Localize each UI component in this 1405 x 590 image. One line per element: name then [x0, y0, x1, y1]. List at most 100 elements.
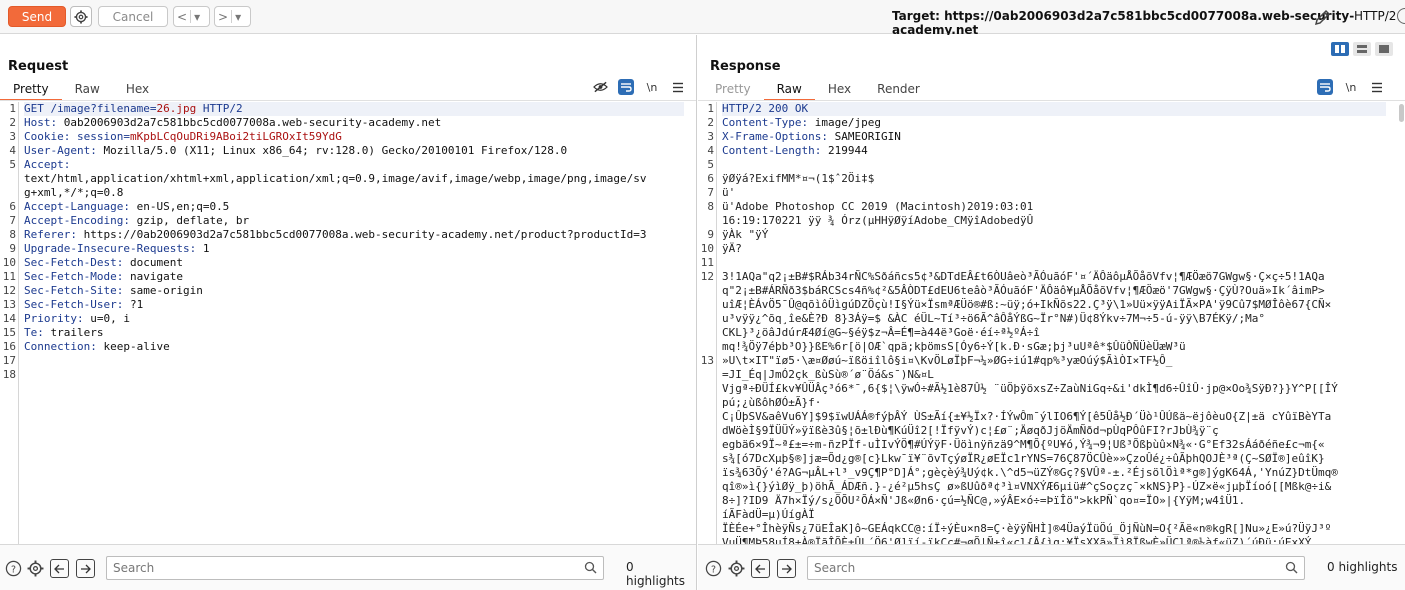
line-number: 13	[2, 298, 16, 311]
line-value: keep-alive	[103, 340, 170, 353]
editor-line: g+xml,*/*;q=0.8	[24, 186, 684, 200]
line-value: íÃFàdÜ=µ)ÚígÀÏ	[722, 508, 815, 521]
svg-text:?: ?	[10, 564, 15, 575]
line-key: GET /image?filename=	[24, 102, 157, 115]
tab-response-pretty[interactable]: Pretty	[702, 81, 764, 101]
line-value: mq!¾Öÿ7éþb³O}}ßE%6r[ö|OÆ`qpä;kþömsS[Óy6÷…	[722, 340, 1186, 353]
editor-line: ïs¾63Õý'é?AG¬µÂL+l³_v9Ç¶P°D]Á°;gèçèý¾Uý¢…	[722, 466, 1386, 480]
next-match-icon[interactable]	[76, 559, 95, 578]
hide-eye-icon[interactable]	[592, 79, 608, 95]
editor-line: Accept:	[24, 158, 684, 172]
line-number: 1	[707, 102, 714, 115]
line-value: ?1	[129, 298, 144, 311]
cancel-button[interactable]: Cancel	[98, 6, 168, 27]
settings-button[interactable]	[70, 6, 92, 27]
editor-line: GET /image?filename=26.jpg HTTP/2	[24, 102, 684, 116]
editor-line: u³vÿÿ¿^õq¸îe&È?Ð 8}3Áÿ=$ &ÀC éÜL~Tí³÷ö6Ã…	[722, 312, 1386, 326]
line-gutter: 1 2 3 4 5 6 7 8 9 10 11 12 13	[698, 102, 717, 544]
line-number: 4	[707, 144, 714, 157]
gear-icon[interactable]	[26, 559, 44, 577]
message-actions-icon[interactable]	[618, 79, 634, 95]
editor-line: ü'Adobe Photoshop CC 2019 (Macintosh)201…	[722, 200, 1386, 214]
response-editor[interactable]: 1 2 3 4 5 6 7 8 9 10 11 12 13 HTTP/2 200 OK Content-T…	[698, 102, 1388, 544]
line-value: VuÜ¶MÞ58uÍ8+À®ÏãÎÕÈ±ÛL´Ö6'Ø]ïí-ïkCc#¬øÕ|…	[722, 536, 1312, 544]
tab-response-raw[interactable]: Raw	[763, 81, 816, 101]
menu-icon[interactable]	[670, 79, 686, 95]
help-icon[interactable]: ?	[704, 559, 722, 577]
tab-divider	[0, 100, 696, 101]
line-value: =JI_Éq|JmÓ2çk_ßùSù®´ø¨Öá&s¯)N&¤L	[722, 368, 934, 381]
line-number: 2	[9, 116, 16, 129]
line-value: 1	[202, 242, 210, 255]
line-key: Sec-Fetch-User:	[24, 298, 130, 311]
line-value: navigate	[129, 270, 183, 283]
line-key: Sec-Fetch-Mode:	[24, 270, 130, 283]
line-number: 9	[707, 228, 714, 241]
tab-request-raw[interactable]: Raw	[62, 81, 113, 101]
editor-line: ÿØÿá?ExifMM*¤¬(1$ˆ2Öi‡$	[722, 172, 1386, 186]
editor-line: Cookie: session=mKpbLCqOuDRi9ABoi2tiLGRO…	[24, 130, 684, 144]
forward-button[interactable]: >	[215, 10, 231, 24]
editor-line: Content-Type: image/jpeg	[722, 116, 1386, 130]
previous-match-icon[interactable]	[50, 559, 69, 578]
response-lines: HTTP/2 200 OK Content-Type: image/jpeg X-F…	[722, 102, 1386, 544]
menu-icon[interactable]	[1369, 79, 1385, 95]
response-scrollbar[interactable]	[1397, 102, 1405, 152]
editor-line: Sec-Fetch-Mode: navigate	[24, 270, 684, 284]
send-button[interactable]: Send	[8, 6, 66, 27]
request-editor-tools: \n	[592, 79, 686, 95]
response-search-input[interactable]: Search	[807, 556, 1305, 580]
highlights-count: 0 highlights	[1327, 560, 1398, 574]
line-value: en-US,en;q=0.5	[136, 200, 230, 213]
line-number: 16	[2, 340, 16, 353]
layout-top-bottom-icon[interactable]	[1353, 42, 1371, 56]
help-icon[interactable]: ?	[4, 559, 22, 577]
editor-line: CKL}³¿öâJdúrÆ4Øí@G~§éÿ$z¬Â=É¶=à44ë³Goë·é…	[722, 326, 1386, 340]
line-key: Referer:	[24, 228, 84, 241]
tab-request-pretty[interactable]: Pretty	[0, 81, 62, 101]
line-key: Host:	[24, 116, 64, 129]
line-value: 219944	[827, 144, 868, 157]
line-number: 7	[9, 214, 16, 227]
previous-match-icon[interactable]	[751, 559, 770, 578]
line-value: ÿÄ?	[722, 242, 742, 255]
scrollbar-thumb[interactable]	[1398, 104, 1404, 122]
editor-line: C¡ÛþSV&aêVu6Y]$9$ïwUÁÁ®fýþÂÝ ÙS±Ãí{±¥½Ïx…	[722, 410, 1386, 424]
line-value: C¡ÛþSV&aêVu6Y]$9$ïwUÁÁ®fýþÂÝ ÙS±Ãí{±¥½Ïx…	[722, 410, 1332, 423]
request-panel: Request Pretty Raw Hex \n 1 2 3 4 5 6 7 …	[0, 35, 697, 590]
line-rest: HTTP/2	[196, 102, 243, 115]
next-match-icon[interactable]	[777, 559, 796, 578]
forward-history-dropdown[interactable]: ▾	[232, 10, 244, 24]
tab-request-hex[interactable]: Hex	[113, 81, 162, 101]
line-number: 4	[9, 144, 16, 157]
request-editor[interactable]: 1 2 3 4 5 6 7 8 9 10 11 12 13 14 15 16 17 18 GET /image?f…	[0, 102, 686, 544]
newline-toggle[interactable]: \n	[644, 79, 660, 95]
back-history-dropdown[interactable]: ▾	[191, 10, 203, 24]
message-actions-icon[interactable]	[1317, 79, 1333, 95]
line-number: 10	[2, 256, 16, 269]
newline-toggle[interactable]: \n	[1343, 79, 1359, 95]
request-search-input[interactable]: Search	[106, 556, 604, 580]
gear-icon[interactable]	[727, 559, 745, 577]
back-button[interactable]: <	[174, 10, 190, 24]
layout-tabs-icon[interactable]	[1375, 42, 1393, 56]
edit-target-button[interactable]	[1313, 7, 1333, 27]
editor-line: Upgrade-Insecure-Requests: 1	[24, 242, 684, 256]
line-number: 5	[9, 158, 16, 171]
tab-response-hex[interactable]: Hex	[815, 81, 864, 101]
line-value: 0ab2006903d2a7c581bbc5cd0077008a.web-sec…	[63, 116, 442, 129]
editor-line: ÿÄ?	[722, 242, 1386, 256]
editor-line: Priority: u=0, i	[24, 312, 684, 326]
layout-side-by-side-icon[interactable]	[1331, 42, 1349, 56]
editor-line: Te: trailers	[24, 326, 684, 340]
search-placeholder: Search	[814, 561, 856, 575]
editor-line: egbä6×9Ï~ª£±=÷m-ñzPÏf-uÌIvÝÖ¶#ÚÝÿF·Üöìnÿ…	[722, 438, 1386, 452]
http-version-label[interactable]: HTTP/2	[1354, 9, 1396, 23]
editor-line: Sec-Fetch-User: ?1	[24, 298, 684, 312]
line-key: Accept-Language:	[24, 200, 137, 213]
editor-line: »U\t×IT"ïø5·\æ¤Øøú~ïßöiîlô§i¤\KvÖLøÏþF¬¼…	[722, 354, 1386, 368]
line-value: 16:19:170221 ÿÿ ¾ Órz(µHHÿØÿíAdobe_CMÿîA…	[722, 214, 1034, 227]
tab-response-render[interactable]: Render	[864, 81, 933, 101]
